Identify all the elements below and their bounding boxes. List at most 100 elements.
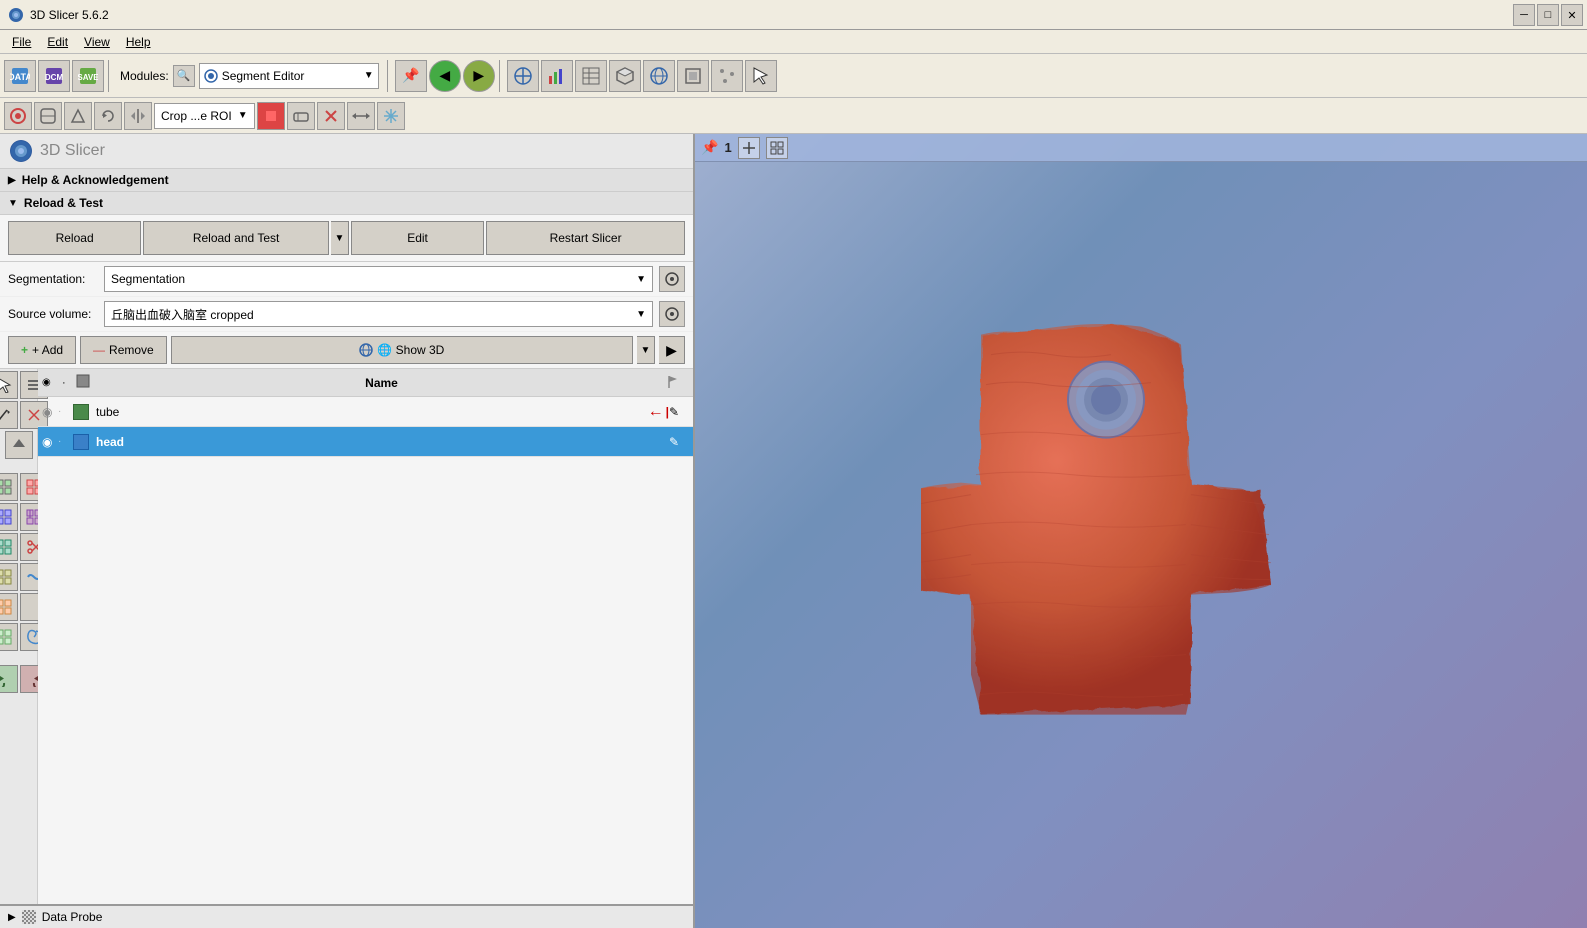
3d-cube-btn[interactable] [609, 60, 641, 92]
tube-name: tube [92, 405, 648, 419]
table-btn[interactable] [575, 60, 607, 92]
menu-file[interactable]: File [4, 33, 39, 51]
grid5-btn[interactable] [0, 533, 18, 561]
save-btn[interactable]: SAVE [72, 60, 104, 92]
main-layout: 3D Slicer ▶ Help & Acknowledgement ▼ Rel… [0, 134, 1587, 928]
head-vis-eye: ◉ [42, 435, 58, 449]
crosshair-btn[interactable] [507, 60, 539, 92]
red-square-btn[interactable] [257, 102, 285, 130]
crop-dropdown-arrow: ▼ [238, 110, 248, 121]
view-crosshair-btn[interactable] [738, 137, 760, 159]
segmentation-value: Segmentation [111, 272, 185, 286]
close-button[interactable]: ✕ [1561, 4, 1583, 26]
reload-test-content: Reload Reload and Test ▼ Edit Restart Sl… [0, 215, 693, 262]
data-module-btn[interactable]: DATA [4, 60, 36, 92]
show3d-nav-right[interactable]: ▶ [659, 336, 685, 364]
col-vis-header: ◉ [42, 377, 62, 388]
move-up-btn[interactable] [5, 431, 33, 459]
view-controls-bar: 📌 1 [695, 134, 1587, 162]
eraser2-btn[interactable] [287, 102, 315, 130]
reload-and-test-arrow-button[interactable]: ▼ [331, 221, 349, 255]
pencil-tool-btn[interactable] [0, 401, 18, 429]
module-search-button[interactable]: 🔍 [173, 65, 195, 87]
segmentation-refresh-btn[interactable] [659, 266, 685, 292]
help-collapsed-arrow: ▶ [8, 175, 16, 186]
grid7-btn[interactable] [0, 593, 18, 621]
arrows-btn[interactable] [347, 102, 375, 130]
toolbar-separator-3 [499, 60, 503, 92]
globe-btn[interactable] [643, 60, 675, 92]
crop-dropdown[interactable]: Crop ...e ROI ▼ [154, 103, 255, 129]
undo-btn[interactable] [0, 665, 18, 693]
tube-edit-btn[interactable]: ✎ [669, 405, 689, 419]
add-label: + Add [32, 343, 63, 357]
grid3-btn[interactable] [0, 503, 18, 531]
remove-icon: — [93, 343, 105, 357]
col-dot-header: · [62, 377, 76, 389]
segments-table-header: ◉ · Name [38, 369, 693, 397]
maximize-button[interactable]: □ [1537, 4, 1559, 26]
show3d-dropdown-arrow[interactable]: ▼ [637, 336, 655, 364]
head-dot: · [58, 436, 70, 447]
source-volume-label: Source volume: [8, 307, 98, 321]
help-section-header[interactable]: ▶ Help & Acknowledgement [0, 169, 693, 192]
left-panel: 3D Slicer ▶ Help & Acknowledgement ▼ Rel… [0, 134, 695, 928]
pin-btn[interactable]: 📌 [395, 60, 427, 92]
select-tool-btn[interactable] [0, 371, 18, 399]
reload-test-section-header[interactable]: ▼ Reload & Test [0, 192, 693, 215]
svg-text:DCM: DCM [45, 73, 64, 82]
grid1-btn[interactable] [0, 473, 18, 501]
menu-bar: File Edit View Help [0, 30, 1587, 54]
source-volume-refresh-btn[interactable] [659, 301, 685, 327]
col-flag-header [667, 374, 689, 391]
nav-forward-btn[interactable]: ▶ [463, 60, 495, 92]
data-probe-section[interactable]: ▶ Data Probe [0, 904, 693, 928]
reload-button[interactable]: Reload [8, 221, 141, 255]
chart-btn[interactable] [541, 60, 573, 92]
add-remove-show3d-row: + + Add — Remove 🌐 Show 3D ▼ ▶ [0, 332, 693, 369]
seg-dropdown-arrow: ▼ [636, 274, 646, 285]
box-btn[interactable] [677, 60, 709, 92]
add-button[interactable]: + + Add [8, 336, 76, 364]
crop-label: Crop ...e ROI [161, 109, 232, 123]
scatter-btn[interactable] [711, 60, 743, 92]
minimize-button[interactable]: ─ [1513, 4, 1535, 26]
head-segment-row[interactable]: ◉ · head ✎ [38, 427, 693, 457]
dropdown-arrow-icon: ▼ [364, 70, 374, 81]
view-grid-btn[interactable] [766, 137, 788, 159]
slicer-logo [10, 140, 32, 162]
flip-btn[interactable] [124, 102, 152, 130]
toolbar-separator-2 [387, 60, 391, 92]
pin-icon: 📌 [701, 139, 718, 156]
menu-edit[interactable]: Edit [39, 33, 76, 51]
snowflake-btn[interactable] [377, 102, 405, 130]
source-volume-dropdown[interactable]: 丘脑出血破入脑室 cropped ▼ [104, 301, 653, 327]
panel-title: 3D Slicer [40, 142, 105, 160]
restart-slicer-button[interactable]: Restart Slicer [486, 221, 685, 255]
menu-view[interactable]: View [76, 33, 118, 51]
module-dropdown[interactable]: Segment Editor ▼ [199, 63, 379, 89]
delete-btn[interactable] [317, 102, 345, 130]
reload-and-test-button[interactable]: Reload and Test [143, 221, 329, 255]
grid8-btn[interactable] [0, 623, 18, 651]
head-edit-btn[interactable]: ✎ [669, 435, 689, 449]
segmentation-dropdown[interactable]: Segmentation ▼ [104, 266, 653, 292]
dcm-btn[interactable]: DCM [38, 60, 70, 92]
segments-left-tools [0, 369, 38, 904]
eraser-btn[interactable] [64, 102, 92, 130]
nav-back-btn[interactable]: ◀ [429, 60, 461, 92]
reload-expanded-arrow: ▼ [8, 198, 18, 209]
cursor-btn[interactable] [745, 60, 777, 92]
tube-segment-row[interactable]: ◉ · tube ← | ✎ [38, 397, 693, 427]
remove-button[interactable]: — Remove [80, 336, 167, 364]
paint-btn[interactable] [4, 102, 32, 130]
modules-area: Modules: 🔍 Segment Editor ▼ [120, 63, 379, 89]
edit-button[interactable]: Edit [351, 221, 484, 255]
grid6-btn[interactable] [0, 563, 18, 591]
menu-help[interactable]: Help [118, 33, 159, 51]
toggle-btn[interactable] [34, 102, 62, 130]
show3d-label: 🌐 Show 3D [377, 343, 444, 357]
rotate-btn[interactable] [94, 102, 122, 130]
show3d-button[interactable]: 🌐 Show 3D [171, 336, 633, 364]
window-controls: ─ □ ✕ [1513, 4, 1583, 26]
